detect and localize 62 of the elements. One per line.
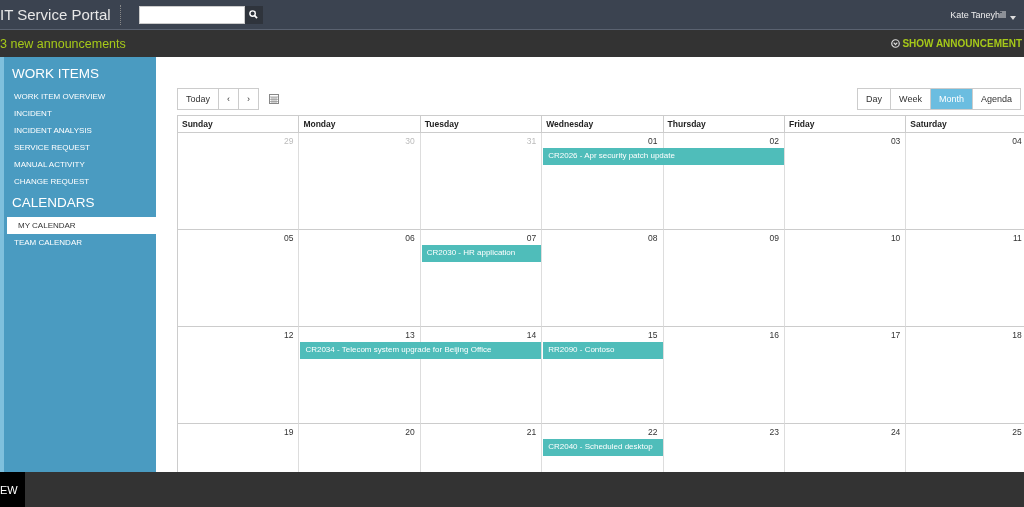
user-name[interactable]: Kate Taneyhill (950, 9, 1006, 20)
calendar-event[interactable]: RR2090 - Contoso (543, 342, 663, 359)
day-number: 23 (769, 426, 780, 437)
day-number: 19 (283, 426, 295, 437)
day-number: 15 (648, 329, 659, 340)
weekday-header: Sunday (178, 116, 300, 133)
caret-icon[interactable] (1010, 15, 1016, 20)
search-field[interactable] (138, 5, 245, 24)
calendar-event[interactable]: CR2030 - HR application (421, 245, 542, 262)
weekday-header: Tuesday (420, 116, 543, 133)
day-number: 16 (769, 329, 780, 340)
footer-tab[interactable]: EW (0, 472, 25, 507)
day-number: 01 (648, 135, 659, 146)
weekday-header: Friday (784, 116, 907, 133)
day-number: 03 (890, 135, 902, 146)
announcement-count[interactable]: 3 new announcements (0, 36, 126, 51)
weekday-header: Thursday (663, 116, 785, 133)
day-number: 02 (769, 135, 780, 146)
day-number: 25 (1012, 426, 1023, 437)
app-title: IT Service Portal (0, 4, 121, 25)
weekday-header: Monday (299, 116, 421, 133)
day-number: 31 (526, 135, 538, 146)
day-number: 13 (405, 329, 416, 340)
day-number: 14 (526, 329, 538, 340)
day-number: 17 (890, 329, 902, 340)
day-number: 10 (890, 232, 902, 243)
calendar-icon[interactable] (269, 94, 280, 104)
search-button[interactable] (244, 5, 263, 24)
weekday-header: Saturday (906, 116, 1024, 133)
sidebar-item[interactable]: MY CALENDAR (7, 217, 156, 234)
day-number: 04 (1012, 135, 1023, 146)
show-announcements-link[interactable]: SHOW ANNOUNCEMENT (902, 38, 1022, 49)
chevron-circle-icon (891, 39, 901, 48)
sidebar-item[interactable]: INCIDENT (4, 105, 156, 122)
sidebar-item[interactable]: INCIDENT ANALYSIS (4, 122, 156, 139)
sidebar-item[interactable]: WORK ITEM OVERVIEW (4, 88, 156, 105)
day-number: 05 (283, 232, 295, 243)
day-number: 24 (890, 426, 902, 437)
day-number: 20 (405, 426, 416, 437)
day-number: 18 (1012, 329, 1023, 340)
sidebar-item[interactable]: CHANGE REQUEST (4, 173, 156, 190)
calendar-event[interactable]: CR2026 - Apr security patch update (543, 148, 784, 165)
search-icon (249, 10, 259, 19)
sidebar-item[interactable]: SERVICE REQUEST (4, 139, 156, 156)
calendar-event[interactable]: CR2040 - Scheduled desktop (543, 439, 663, 456)
day-number: 11 (1012, 232, 1023, 243)
day-number: 09 (769, 232, 780, 243)
day-number: 29 (283, 135, 295, 146)
view-tab[interactable]: Month (930, 89, 973, 109)
sidebar-item[interactable]: MANUAL ACTIVITY (4, 156, 156, 173)
day-number: 07 (526, 232, 538, 243)
day-number: 08 (648, 232, 659, 243)
section-heading: WORK ITEMS (12, 66, 100, 83)
day-number: 21 (526, 426, 538, 437)
calendar-event[interactable]: CR2034 - Telecom system upgrade for Beijing Office (300, 342, 542, 359)
sidebar-item[interactable]: TEAM CALENDAR (4, 234, 156, 251)
section-heading: CALENDARS (12, 195, 96, 212)
day-number: 06 (405, 232, 416, 243)
day-number: 30 (405, 135, 416, 146)
day-number: 22 (648, 426, 659, 437)
weekday-header: Wednesday (542, 116, 664, 133)
day-number: 12 (283, 329, 295, 340)
